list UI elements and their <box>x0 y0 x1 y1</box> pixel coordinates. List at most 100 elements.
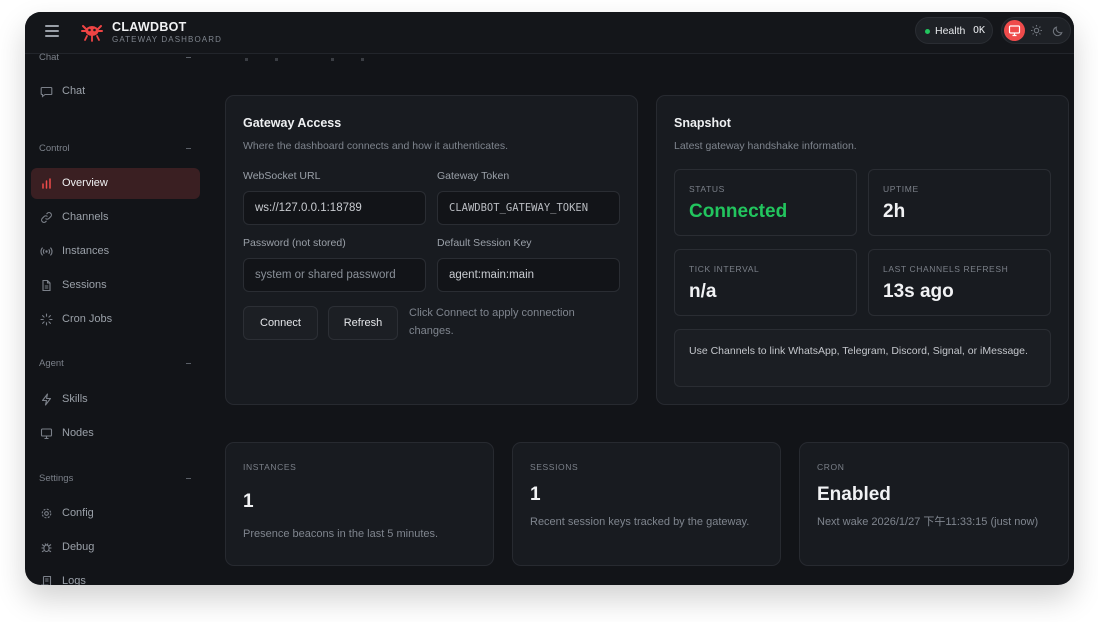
theme-system-button[interactable] <box>1004 20 1025 41</box>
collapse-icon[interactable] <box>186 478 191 479</box>
sidebar-item-chat[interactable]: Chat <box>31 76 200 107</box>
section-label-settings: Settings <box>39 473 74 484</box>
uptime-stat: UPTIME 2h <box>868 169 1051 236</box>
scroll-icon <box>40 575 52 585</box>
card-title: Snapshot <box>674 116 731 130</box>
tick-interval-value: n/a <box>689 281 717 302</box>
monitor-icon <box>1008 25 1021 37</box>
cron-value: Enabled <box>817 484 891 505</box>
chat-bubble-icon <box>40 86 53 98</box>
sessions-value: 1 <box>530 484 541 505</box>
stat-label: LAST CHANNELS REFRESH <box>883 264 1009 274</box>
gateway-access-card: Gateway Access Where the dashboard conne… <box>225 95 638 405</box>
sessions-card: SESSIONS 1 Recent session keys tracked b… <box>512 442 781 566</box>
card-label: SESSIONS <box>530 462 579 472</box>
document-icon <box>42 279 51 292</box>
card-subtitle: Latest gateway handshake information. <box>674 140 857 152</box>
theme-dark-button[interactable] <box>1048 20 1069 41</box>
instances-value: 1 <box>243 491 254 512</box>
health-value: OK <box>973 25 986 36</box>
stat-label: UPTIME <box>883 184 919 194</box>
scrolled-text-fragment <box>245 58 364 61</box>
sidebar-item-label: Cron Jobs <box>62 313 113 325</box>
sidebar-item-label: Instances <box>62 245 110 257</box>
channels-callout: Use Channels to link WhatsApp, Telegram,… <box>674 329 1051 387</box>
refresh-button[interactable]: Refresh <box>328 306 398 340</box>
sidebar-item-label: Skills <box>62 393 88 405</box>
section-label-chat: Chat <box>39 52 60 63</box>
tick-interval-stat: TICK INTERVAL n/a <box>674 249 857 316</box>
sidebar-item-nodes[interactable]: Nodes <box>31 418 200 449</box>
channels-refresh-stat: LAST CHANNELS REFRESH 13s ago <box>868 249 1051 316</box>
sidebar-item-overview[interactable]: Overview <box>31 168 200 199</box>
instances-description: Presence beacons in the last 5 minutes. <box>243 528 439 540</box>
link-icon <box>41 212 52 223</box>
gear-icon <box>41 508 52 519</box>
session-key-label: Default Session Key <box>437 237 532 249</box>
snapshot-card: Snapshot Latest gateway handshake inform… <box>656 95 1069 405</box>
collapse-icon[interactable] <box>186 148 191 149</box>
loader-icon <box>40 313 53 326</box>
websocket-url-field[interactable] <box>243 191 426 225</box>
sidebar-item-cron-jobs[interactable]: Cron Jobs <box>31 304 200 335</box>
sidebar-item-channels[interactable]: Channels <box>31 202 200 233</box>
sidebar-item-debug[interactable]: Debug <box>31 532 200 563</box>
session-key-field[interactable] <box>437 258 620 292</box>
status-value: Connected <box>689 201 788 222</box>
health-badge: Health OK <box>915 17 993 44</box>
brand-subtitle: GATEWAY DASHBOARD <box>112 35 222 44</box>
sun-icon <box>1031 25 1042 36</box>
websocket-url-input[interactable] <box>244 192 425 224</box>
theme-light-button[interactable] <box>1026 20 1047 41</box>
uptime-value: 2h <box>883 201 906 222</box>
sidebar-item-sessions[interactable]: Sessions <box>31 270 200 301</box>
brand-title: CLAWDBOT <box>112 20 187 34</box>
instances-card: INSTANCES 1 Presence beacons in the last… <box>225 442 494 566</box>
cron-card: CRON Enabled Next wake 2026/1/27 下午11:33… <box>799 442 1069 566</box>
theme-toggle <box>1001 17 1071 44</box>
sidebar-item-label: Chat <box>62 85 86 97</box>
section-label-agent: Agent <box>39 358 64 369</box>
sidebar-item-label: Debug <box>62 541 95 553</box>
radio-signal-icon <box>40 247 53 256</box>
password-input[interactable] <box>244 259 425 291</box>
health-label: Health <box>935 25 966 37</box>
connect-hint: Click Connect to apply connection change… <box>409 307 575 337</box>
websocket-url-label: WebSocket URL <box>243 170 321 182</box>
sidebar-item-label: Overview <box>62 177 108 189</box>
sidebar: Chat Chat Control Overview Channels Inst… <box>25 52 210 585</box>
sidebar-item-config[interactable]: Config <box>31 498 200 529</box>
card-title: Gateway Access <box>243 116 342 130</box>
channels-refresh-value: 13s ago <box>883 281 954 302</box>
card-label: INSTANCES <box>243 462 297 472</box>
sidebar-item-logs[interactable]: Logs <box>31 566 200 585</box>
menu-icon[interactable] <box>45 25 59 37</box>
logo-icon <box>81 25 103 42</box>
monitor-icon <box>40 428 53 440</box>
collapse-icon[interactable] <box>186 363 191 364</box>
cron-description: Next wake 2026/1/27 下午11:33:15 (just now… <box>817 516 1039 528</box>
gateway-token-input[interactable] <box>438 192 619 224</box>
password-label: Password (not stored) <box>243 237 346 249</box>
card-label: CRON <box>817 462 845 472</box>
collapse-icon[interactable] <box>186 57 191 58</box>
moon-icon <box>1052 26 1063 37</box>
sidebar-item-instances[interactable]: Instances <box>31 236 200 267</box>
bar-chart-icon <box>42 178 51 189</box>
app-window: CLAWDBOT GATEWAY DASHBOARD Health OK Cha… <box>25 12 1074 585</box>
sidebar-item-skills[interactable]: Skills <box>31 384 200 415</box>
card-subtitle: Where the dashboard connects and how it … <box>243 140 509 152</box>
sidebar-item-label: Channels <box>62 211 109 223</box>
connect-button[interactable]: Connect <box>243 306 318 340</box>
health-status-dot <box>925 29 930 34</box>
lightning-icon <box>41 393 52 406</box>
section-label-control: Control <box>39 143 70 154</box>
gateway-token-field[interactable] <box>437 191 620 225</box>
sidebar-item-label: Nodes <box>62 427 94 439</box>
top-bar: CLAWDBOT GATEWAY DASHBOARD Health OK <box>25 12 1074 54</box>
sidebar-item-label: Logs <box>62 575 86 585</box>
stat-label: TICK INTERVAL <box>689 264 760 274</box>
session-key-input[interactable] <box>438 259 619 291</box>
stat-label: STATUS <box>689 184 725 194</box>
password-field[interactable] <box>243 258 426 292</box>
